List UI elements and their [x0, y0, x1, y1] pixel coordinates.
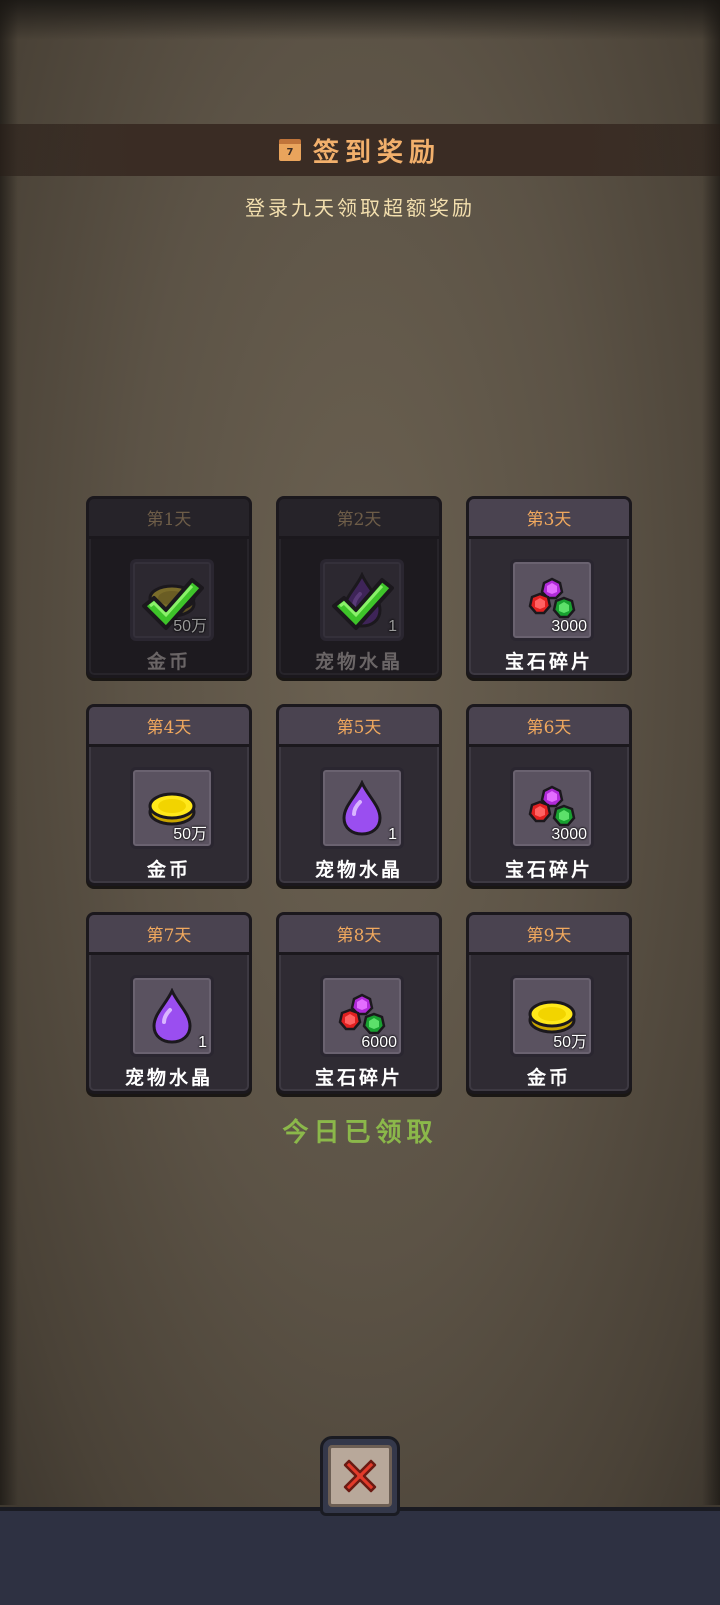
reward-item-slot: 50万	[130, 767, 214, 849]
reward-card-day-9[interactable]: 第9天 50万金币	[466, 912, 632, 1094]
checkmark-icon	[330, 576, 394, 636]
reward-quantity: 1	[388, 826, 397, 843]
reward-card-day-8[interactable]: 第8天 6000 宝石碎片	[276, 912, 442, 1094]
reward-card-day-6[interactable]: 第6天 3000 宝石碎片	[466, 704, 632, 886]
day-label: 第3天	[469, 499, 629, 539]
reward-item-slot: 6000	[320, 975, 404, 1057]
reward-name: 宝石碎片	[314, 1067, 403, 1089]
day-label: 第5天	[279, 707, 439, 747]
reward-card-day-5[interactable]: 第5天 1 宠物水晶	[276, 704, 442, 886]
day-label: 第1天	[89, 499, 249, 539]
reward-quantity: 3000	[551, 618, 587, 635]
reward-quantity: 3000	[551, 826, 587, 843]
page-subtitle: 登录九天领取超额奖励	[245, 196, 475, 220]
reward-quantity: 50万	[173, 826, 207, 843]
reward-card-day-2[interactable]: 第2天 1 宠物水晶	[276, 496, 442, 678]
reward-card-day-3[interactable]: 第3天 3000 宝石碎片	[466, 496, 632, 678]
reward-name: 宠物水晶	[124, 1067, 213, 1089]
reward-card-day-1[interactable]: 第1天 50万金币	[86, 496, 252, 678]
reward-item-slot: 1	[130, 975, 214, 1057]
page-title: 签到奖励	[312, 137, 441, 168]
reward-card-day-7[interactable]: 第7天 1 宠物水晶	[86, 912, 252, 1094]
top-shade	[0, 0, 720, 40]
left-edge-shade	[0, 0, 18, 1505]
day-label: 第2天	[279, 499, 439, 539]
reward-name: 宝石碎片	[504, 859, 593, 881]
right-edge-shade	[702, 0, 720, 1505]
day-label: 第6天	[469, 707, 629, 747]
claim-status: 今日已领取	[282, 1118, 438, 1148]
reward-quantity: 1	[198, 1034, 207, 1051]
reward-quantity: 1	[388, 618, 397, 635]
reward-name: 金币	[146, 651, 191, 673]
reward-name: 宠物水晶	[314, 651, 403, 673]
reward-item-slot: 3000	[510, 767, 594, 849]
reward-item-slot: 1	[320, 767, 404, 849]
reward-name: 宝石碎片	[504, 651, 593, 673]
reward-item-slot: 50万	[510, 975, 594, 1057]
pet-crystal-icon	[150, 987, 194, 1048]
day-label: 第9天	[469, 915, 629, 955]
title-bar: 7 签到奖励	[0, 124, 720, 176]
day-label: 第8天	[279, 915, 439, 955]
reward-quantity: 6000	[361, 1034, 397, 1051]
reward-quantity: 50万	[553, 1034, 587, 1051]
reward-name: 金币	[526, 1067, 571, 1089]
reward-grid: 第1天 50万 金币 第2天 1 宠物水晶 第3天 3000 宝石碎片 第4天 50万 金币 第5天 1 宠…	[86, 496, 634, 1094]
reward-name: 宠物水晶	[314, 859, 403, 881]
day-label: 第4天	[89, 707, 249, 747]
reward-quantity: 50万	[173, 618, 207, 635]
close-button-face	[328, 1445, 392, 1507]
pet-crystal-icon	[340, 779, 384, 840]
reward-item-slot: 1	[320, 559, 404, 641]
calendar-icon: 7	[278, 139, 301, 161]
reward-item-slot: 50万	[130, 559, 214, 641]
reward-item-slot: 3000	[510, 559, 594, 641]
close-button[interactable]	[320, 1436, 400, 1516]
reward-card-day-4[interactable]: 第4天 50万金币	[86, 704, 252, 886]
reward-name: 金币	[146, 859, 191, 881]
close-icon	[343, 1459, 377, 1493]
day-label: 第7天	[89, 915, 249, 955]
bottom-bar	[0, 1507, 720, 1605]
